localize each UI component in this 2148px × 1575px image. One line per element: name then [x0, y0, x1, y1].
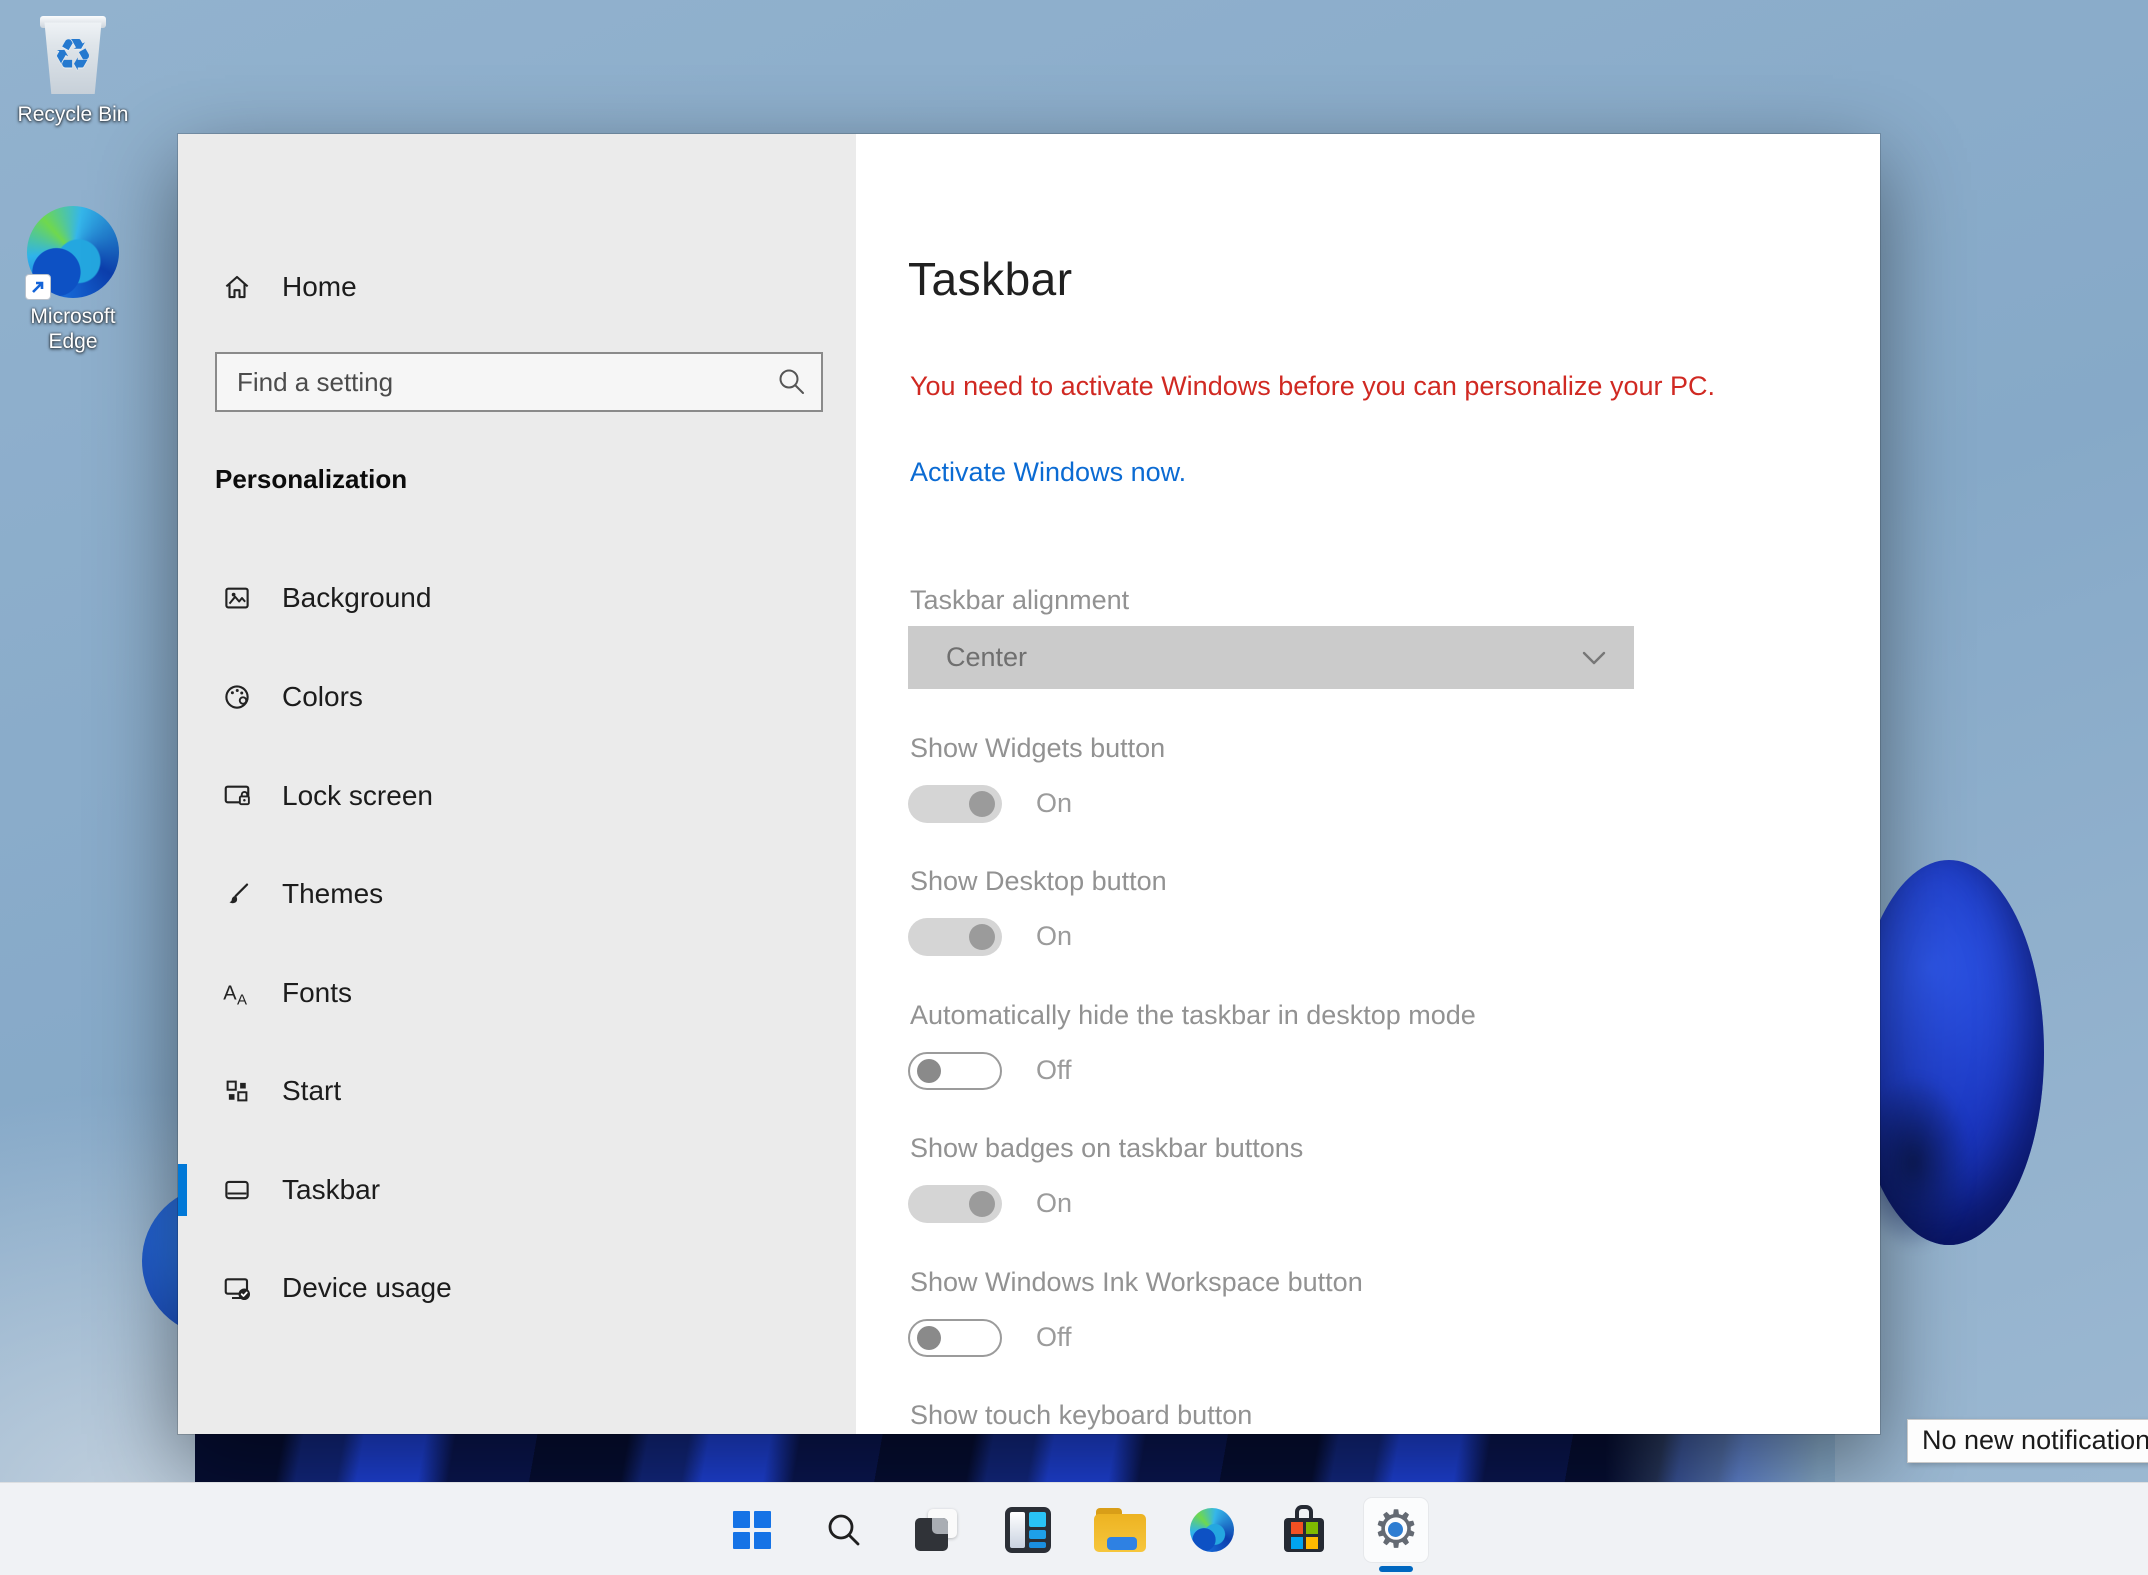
setting-label: Show Widgets button — [910, 733, 1165, 764]
sidebar-item-label: Themes — [282, 878, 383, 910]
setting-row-auto-hide: Automatically hide the taskbar in deskto… — [908, 1000, 1808, 1125]
toggle-state: On — [1036, 1188, 1072, 1219]
edge-button[interactable] — [1180, 1498, 1244, 1562]
task-view-icon — [913, 1507, 959, 1553]
search-input[interactable] — [215, 352, 823, 412]
setting-row-ink-workspace: Show Windows Ink Workspace button Off — [908, 1267, 1808, 1392]
edge-icon — [27, 206, 119, 298]
setting-label: Automatically hide the taskbar in deskto… — [910, 1000, 1476, 1031]
search-icon — [824, 1510, 864, 1550]
settings-gear-icon: ⚙ — [1370, 1504, 1422, 1556]
toggle-knob — [917, 1326, 941, 1350]
sidebar-item-device-usage[interactable]: Device usage — [178, 1257, 856, 1319]
active-app-indicator — [1379, 1566, 1413, 1572]
sidebar-item-lock-screen[interactable]: Lock screen — [178, 765, 856, 827]
widgets-toggle[interactable] — [908, 785, 1002, 823]
shortcut-arrow-icon — [25, 274, 51, 300]
image-icon — [222, 583, 252, 613]
sidebar-item-background[interactable]: Background — [178, 567, 856, 629]
sidebar-item-label: Taskbar — [282, 1174, 380, 1206]
sidebar-item-label: Fonts — [282, 977, 352, 1009]
taskbar-alignment-dropdown[interactable]: Center — [908, 626, 1634, 689]
toggle-state: Off — [1036, 1322, 1072, 1353]
search-icon — [777, 367, 807, 397]
widgets-icon — [1005, 1507, 1051, 1553]
auto-hide-toggle[interactable] — [908, 1052, 1002, 1090]
sidebar-item-home[interactable]: Home — [178, 257, 856, 317]
settings-window: Settings Home Personalization Ba — [178, 134, 1880, 1434]
taskbar-search-button[interactable] — [812, 1498, 876, 1562]
desktop-icon-label: Recycle Bin — [8, 102, 138, 127]
edge-icon — [1190, 1508, 1234, 1552]
device-usage-icon — [222, 1273, 252, 1303]
setting-label: Show Desktop button — [910, 866, 1167, 897]
sidebar-item-taskbar[interactable]: Taskbar — [178, 1159, 856, 1221]
sidebar-item-themes[interactable]: Themes — [178, 863, 856, 925]
store-icon — [1281, 1505, 1327, 1555]
toggle-knob — [917, 1059, 941, 1083]
sidebar-item-colors[interactable]: Colors — [178, 666, 856, 728]
store-button[interactable] — [1272, 1498, 1336, 1562]
desktop-icon-edge[interactable]: Microsoft Edge — [8, 206, 138, 354]
file-explorer-icon — [1094, 1507, 1146, 1553]
recycle-bin-icon: ♻ — [38, 14, 108, 96]
setting-label: Show badges on taskbar buttons — [910, 1133, 1303, 1164]
search-box — [215, 352, 823, 412]
sidebar-item-label: Lock screen — [282, 780, 433, 812]
sidebar-section-header: Personalization — [215, 464, 407, 495]
dropdown-value: Center — [946, 642, 1027, 673]
toggle-knob — [969, 791, 995, 817]
desktop-icon-label: Microsoft Edge — [8, 304, 138, 354]
start-grid-icon — [222, 1076, 252, 1106]
touch-keyboard-label: Show touch keyboard button — [910, 1400, 1252, 1431]
taskbar: ⚙ ENG UK 7:1 — [0, 1482, 2148, 1575]
toggle-knob — [969, 924, 995, 950]
toggle-knob — [969, 1191, 995, 1217]
settings-button[interactable]: ⚙ — [1364, 1498, 1428, 1562]
sidebar-item-start[interactable]: Start — [178, 1060, 856, 1122]
setting-label: Show Windows Ink Workspace button — [910, 1267, 1363, 1298]
setting-row-widgets: Show Widgets button On — [908, 733, 1808, 858]
toggle-state: On — [1036, 921, 1072, 952]
palette-icon — [222, 682, 252, 712]
widgets-button[interactable] — [996, 1498, 1060, 1562]
toggle-state: On — [1036, 788, 1072, 819]
badges-toggle[interactable] — [908, 1185, 1002, 1223]
fonts-icon: A A — [222, 978, 252, 1008]
sidebar-item-label: Start — [282, 1075, 341, 1107]
svg-text:A: A — [223, 982, 237, 1004]
task-view-button[interactable] — [904, 1498, 968, 1562]
sidebar-item-label: Background — [282, 582, 431, 614]
start-icon — [733, 1511, 771, 1549]
setting-row-desktop-button: Show Desktop button On — [908, 866, 1808, 991]
sidebar-item-label: Home — [282, 271, 357, 303]
page-title: Taskbar — [908, 252, 1073, 306]
desktop-button-toggle[interactable] — [908, 918, 1002, 956]
svg-text:A: A — [237, 991, 247, 1008]
settings-content: Taskbar You need to activate Windows bef… — [856, 134, 1880, 1434]
sidebar-item-label: Colors — [282, 681, 363, 713]
ink-workspace-toggle[interactable] — [908, 1319, 1002, 1357]
notification-tooltip: No new notifications — [1907, 1419, 2148, 1463]
lock-screen-icon — [222, 781, 252, 811]
taskbar-alignment-label: Taskbar alignment — [910, 585, 1129, 616]
selected-indicator — [178, 1164, 187, 1216]
chevron-down-icon — [1582, 651, 1606, 666]
activation-warning: You need to activate Windows before you … — [910, 371, 1715, 402]
toggle-state: Off — [1036, 1055, 1072, 1086]
sidebar-item-fonts[interactable]: A A Fonts — [178, 962, 856, 1024]
brush-icon — [222, 879, 252, 909]
file-explorer-button[interactable] — [1088, 1498, 1152, 1562]
setting-row-badges: Show badges on taskbar buttons On — [908, 1133, 1808, 1258]
sidebar: Home Personalization Background — [178, 134, 856, 1434]
desktop-icon-recycle-bin[interactable]: ♻ Recycle Bin — [8, 14, 138, 127]
start-button[interactable] — [720, 1498, 784, 1562]
activate-windows-link[interactable]: Activate Windows now. — [910, 457, 1186, 488]
sidebar-item-label: Device usage — [282, 1272, 452, 1304]
taskbar-rect-icon — [222, 1175, 252, 1205]
home-icon — [222, 272, 252, 302]
